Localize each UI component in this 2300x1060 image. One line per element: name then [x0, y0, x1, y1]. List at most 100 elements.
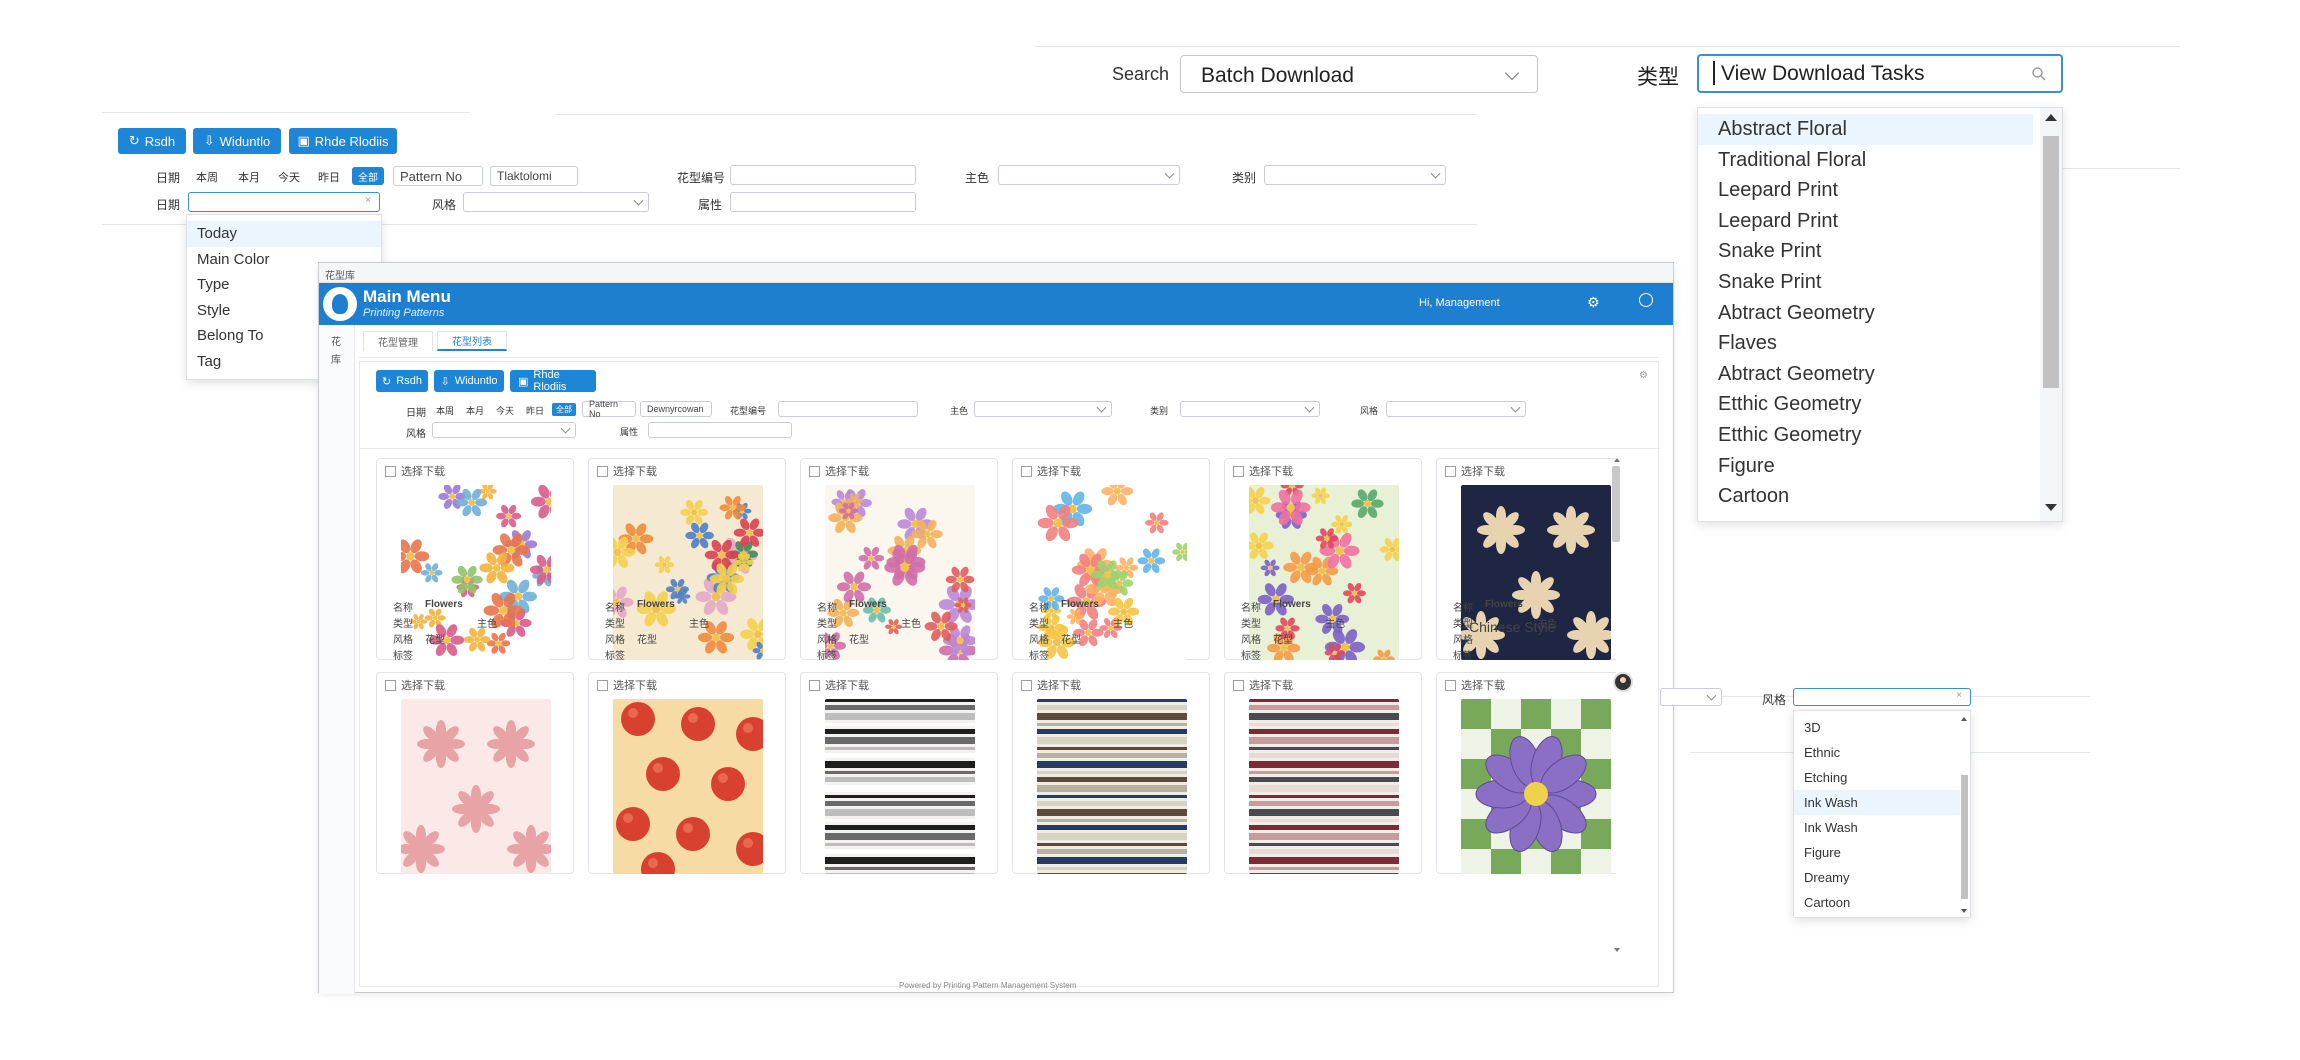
type-dropdown[interactable]: Abstract Floral Traditional Floral Leepard… [1697, 107, 2063, 522]
date-select[interactable]: × [188, 192, 380, 212]
attr-input[interactable] [730, 192, 916, 212]
type-option[interactable]: Figure [1698, 451, 2033, 482]
category-select[interactable] [1264, 165, 1446, 185]
gear-icon[interactable]: ⚙ [1587, 294, 1600, 311]
chip-today[interactable]: 今天 [496, 404, 514, 417]
chip-month[interactable]: 本月 [466, 404, 484, 417]
scroll-up-icon[interactable] [2045, 114, 2057, 121]
refresh-button[interactable]: ↻ Rsdh [376, 370, 428, 392]
style-option[interactable]: Etching [1794, 765, 1960, 790]
type-option[interactable]: Traditional Floral [1698, 145, 2033, 176]
color-select[interactable] [998, 165, 1180, 185]
pattern-thumbnail[interactable] [1461, 699, 1611, 874]
select-checkbox[interactable] [385, 466, 396, 477]
category-select[interactable] [1180, 401, 1320, 417]
batch-button[interactable]: ▣ Rhde Rlodiis [289, 128, 397, 154]
type-option[interactable]: Leepard Print [1698, 175, 2033, 206]
scroll-down-icon[interactable] [2045, 504, 2057, 511]
style-dropdown[interactable]: 3D Ethnic Etching Ink Wash Ink Wash Figure Dre… [1793, 710, 1971, 918]
scrollbar[interactable] [2040, 108, 2062, 521]
side-nav-item[interactable]: 库 [331, 351, 341, 366]
avatar[interactable] [1613, 672, 1633, 692]
scrollbar-thumb[interactable] [1612, 466, 1620, 542]
type-option[interactable]: Cartoon [1698, 481, 2033, 512]
pattern-card[interactable]: 选择下载 名称 类型 风格 标签 Flowers 主色 花型 [588, 458, 786, 662]
pattern-card[interactable]: 选择下载 名称 类型 风格 标签 Flowers 主色 花型 [800, 458, 998, 662]
pattern-thumbnail[interactable] [825, 485, 975, 660]
color-select[interactable] [974, 401, 1112, 417]
code-input[interactable] [730, 165, 916, 185]
select-checkbox[interactable] [1021, 680, 1032, 691]
pattern-thumbnail[interactable] [1249, 699, 1399, 874]
select-checkbox[interactable] [1233, 680, 1244, 691]
close-icon[interactable]: × [1956, 690, 1962, 701]
type-option[interactable]: Leepard Print [1698, 206, 2033, 237]
pattern-thumbnail[interactable] [1037, 485, 1187, 660]
chip-yesterday[interactable]: 昨日 [526, 404, 544, 417]
scrollbar[interactable] [1958, 711, 1970, 917]
pattern-thumbnail[interactable] [613, 485, 763, 660]
pattern-thumbnail[interactable] [401, 699, 551, 874]
pattern-card[interactable]: 选择下载 [1224, 672, 1422, 874]
pattern-thumbnail[interactable] [1037, 699, 1187, 874]
filter-option[interactable]: Today [187, 221, 381, 247]
type-option[interactable]: Flaves [1698, 328, 2033, 359]
type-option[interactable]: Snake Print [1698, 267, 2033, 298]
download-button[interactable]: ⇩ Widuntlo [434, 370, 504, 392]
pattern-thumbnail[interactable] [613, 699, 763, 874]
style-option[interactable]: Ink Wash [1794, 815, 1960, 840]
pattern-no-select[interactable]: Pattern No [582, 399, 636, 419]
style-option[interactable]: 3D [1794, 715, 1960, 740]
select-checkbox[interactable] [385, 680, 396, 691]
type-option[interactable]: Etthic Geometry [1698, 420, 2033, 451]
pattern-card[interactable]: 选择下载 [1012, 672, 1210, 874]
chip-month[interactable]: 本月 [238, 169, 260, 185]
pattern-thumbnail[interactable] [401, 485, 551, 660]
scrollbar[interactable] [1610, 458, 1622, 952]
type-option[interactable]: Abtract Geometry [1698, 359, 2033, 390]
select-checkbox[interactable] [1445, 680, 1456, 691]
search-select[interactable]: Batch Download [1180, 55, 1538, 93]
scrollbar-thumb[interactable] [2043, 136, 2059, 388]
user-greeting[interactable]: Hi, Management [1419, 297, 1500, 309]
pattern-card[interactable]: 选择下载 [588, 672, 786, 874]
style-option[interactable]: Figure [1794, 840, 1960, 865]
pattern-card[interactable]: 选择下载 名称 类型 风格 标签 Flowers 主色 花型 [376, 458, 574, 662]
type-option[interactable]: Abstract Floral [1698, 114, 2033, 145]
select-checkbox[interactable] [809, 680, 820, 691]
pattern-card[interactable]: 选择下载 名称 类型 风格 标签 Flowers 主色 Chinese Style [1436, 458, 1616, 662]
type-input[interactable]: View Download Tasks [1697, 54, 2063, 93]
select-checkbox[interactable] [1445, 466, 1456, 477]
pattern-card[interactable]: 选择下载 名称 类型 风格 标签 Flowers 主色 花型 [1012, 458, 1210, 662]
scroll-up-icon[interactable] [1961, 717, 1967, 721]
row2-select[interactable] [432, 422, 576, 438]
scroll-up-icon[interactable] [1614, 458, 1620, 462]
pattern-no-input[interactable]: Tlaktolomi [490, 166, 578, 186]
scrollbar-thumb[interactable] [1961, 775, 1968, 899]
chip-yesterday[interactable]: 昨日 [318, 169, 340, 185]
tab-manage[interactable]: 花型管理 [363, 331, 433, 351]
type-option[interactable]: Snake Print [1698, 236, 2033, 267]
close-icon[interactable]: × [365, 195, 371, 206]
pattern-card[interactable]: 选择下载 名称 类型 风格 标签 Flowers 主色 花型 [1224, 458, 1422, 662]
chip-week[interactable]: 本周 [196, 169, 218, 185]
style-select[interactable] [1386, 401, 1526, 417]
pattern-card[interactable]: 选择下载 [376, 672, 574, 874]
download-button[interactable]: ⇩ Widuntlo [193, 128, 281, 154]
style-option[interactable]: Ethnic [1794, 740, 1960, 765]
select-checkbox[interactable] [1021, 466, 1032, 477]
settings-icon[interactable]: ⚙ [1639, 370, 1648, 381]
chip-today[interactable]: 今天 [278, 169, 300, 185]
chip-week[interactable]: 本周 [436, 404, 454, 417]
chip-all[interactable]: 全部 [552, 403, 576, 416]
batch-button[interactable]: ▣ Rhde Rlodiis [510, 369, 596, 393]
pattern-thumbnail[interactable] [825, 699, 975, 874]
style-option[interactable]: Ink Wash [1794, 790, 1960, 815]
style-option[interactable]: Dreamy [1794, 865, 1960, 890]
scroll-down-icon[interactable] [1961, 909, 1967, 913]
style-field-input[interactable]: × [1793, 688, 1971, 706]
select-checkbox[interactable] [597, 466, 608, 477]
select-checkbox[interactable] [597, 680, 608, 691]
style-select[interactable] [463, 192, 649, 212]
select-checkbox[interactable] [809, 466, 820, 477]
